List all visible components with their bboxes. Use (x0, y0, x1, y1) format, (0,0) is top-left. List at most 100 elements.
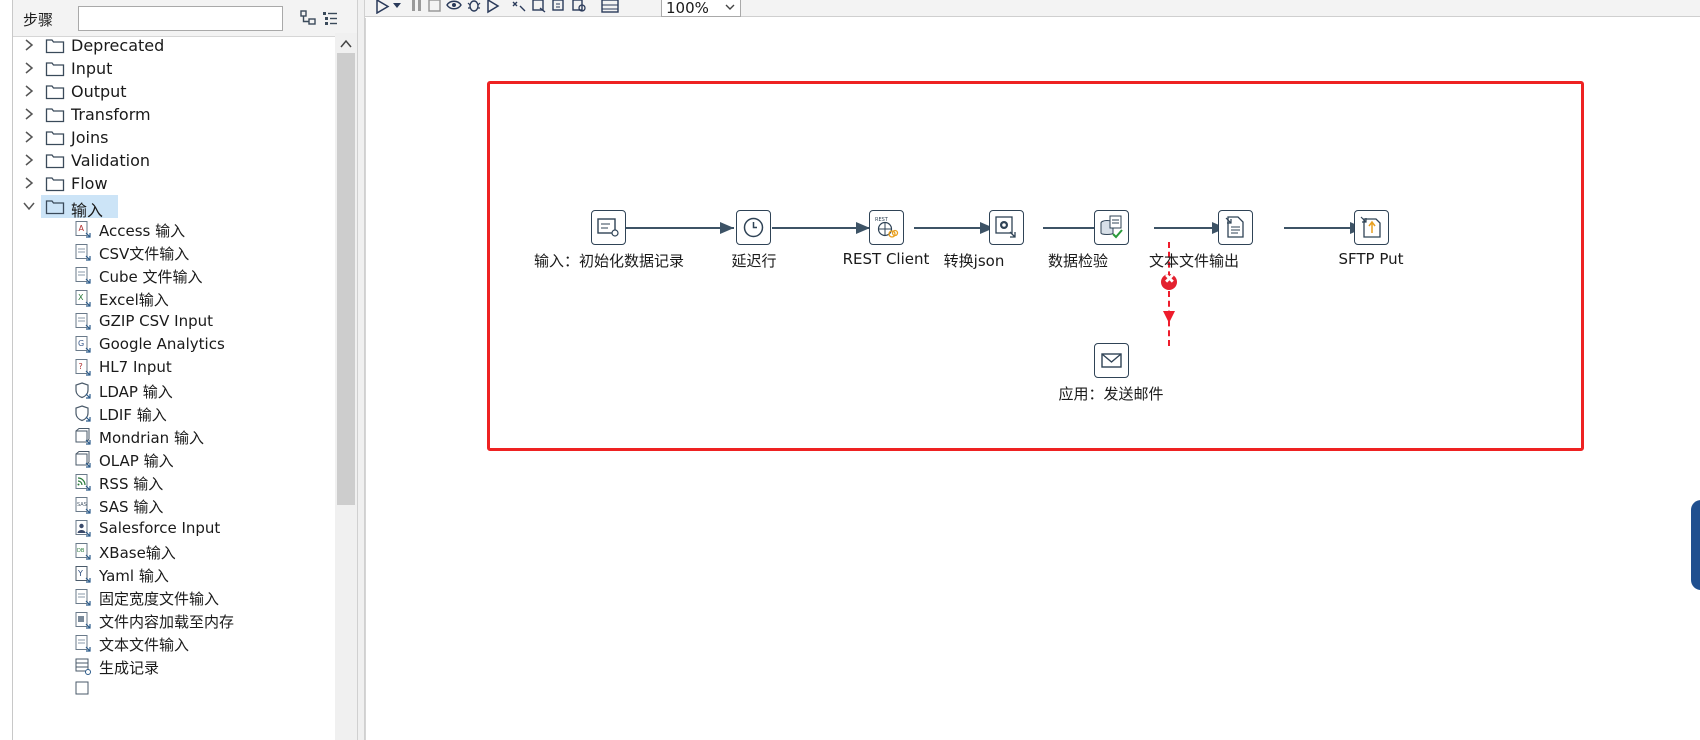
tree-scrollbar[interactable] (335, 33, 357, 740)
zoom-select[interactable]: 100% (661, 0, 741, 17)
node-label: 转换json (943, 252, 1005, 270)
cube-icon (75, 428, 91, 445)
folder-icon (45, 39, 65, 54)
node-send-mail[interactable] (1094, 343, 1129, 378)
tree-folder-input-cn[interactable]: 输入 (13, 194, 335, 220)
step-access-input[interactable]: A Access 输入 (13, 217, 335, 242)
step-mondrian-input[interactable]: Mondrian 输入 (13, 424, 335, 449)
hop-arrow (856, 222, 870, 234)
step-fixed-width-input[interactable]: 固定宽度文件输入 (13, 585, 335, 610)
generate-rows-icon (75, 658, 91, 675)
panel-title: 步骤 (23, 11, 54, 29)
chevron-down-icon[interactable] (392, 0, 402, 14)
debug-bug-icon[interactable] (466, 0, 482, 14)
chevron-down-icon[interactable] (724, 1, 736, 13)
layout-icon[interactable] (601, 0, 619, 14)
step-yaml-input[interactable]: Y Yaml 输入 (13, 562, 335, 587)
step-load-file-content[interactable]: 文件内容加载至内存 (13, 608, 335, 633)
step-text-file-input[interactable]: 文本文件输入 (13, 631, 335, 656)
step-label: HL7 Input (99, 358, 172, 376)
transformation-canvas[interactable]: ✖ 输入：初始化数据记录 延迟行 REST REST Client 转换json… (365, 18, 1700, 740)
step-cube-input[interactable]: Cube 文件输入 (13, 263, 335, 288)
step-label: Mondrian 输入 (99, 429, 204, 447)
svg-text:DB: DB (77, 548, 85, 554)
impact-icon[interactable] (531, 0, 547, 14)
node-rest-client[interactable]: REST (869, 210, 904, 245)
tree-folder-label: Validation (71, 151, 151, 170)
tree-folder-joins[interactable]: Joins (13, 125, 335, 150)
step-google-analytics[interactable]: G Google Analytics (13, 332, 335, 357)
step-excel-input[interactable]: X Excel输入 (13, 286, 335, 311)
chevron-up-icon[interactable] (339, 37, 353, 51)
panel-splitter[interactable] (357, 0, 365, 740)
tree-folder-validation[interactable]: Validation (13, 148, 335, 173)
canvas-toolbar: 100% (365, 0, 1700, 17)
step-csv-input[interactable]: CSV文件输入 (13, 240, 335, 265)
tree-folder-transform[interactable]: Transform (13, 102, 335, 127)
tree-folder-flow[interactable]: Flow (13, 171, 335, 196)
step-salesforce-input[interactable]: Salesforce Input (13, 516, 335, 541)
verify-icon[interactable] (511, 0, 527, 14)
tree-folder-input[interactable]: Input (13, 56, 335, 81)
chevron-down-icon[interactable] (22, 198, 36, 214)
chevron-right-icon[interactable] (22, 60, 36, 76)
step-rss-input[interactable]: RSS 输入 (13, 470, 335, 495)
search-input[interactable] (78, 6, 283, 31)
svg-text:G: G (78, 339, 84, 348)
run-icon[interactable] (375, 0, 391, 14)
step-generate-rows[interactable]: 生成记录 (13, 654, 335, 679)
chevron-right-icon[interactable] (22, 106, 36, 122)
collapse-all-icon[interactable] (321, 9, 339, 27)
chevron-right-icon[interactable] (22, 152, 36, 168)
step-label: Yaml 输入 (99, 567, 169, 585)
chevron-right-icon[interactable] (22, 83, 36, 99)
sql-icon[interactable] (551, 0, 567, 14)
node-delay-row[interactable] (736, 210, 771, 245)
stop-icon[interactable] (427, 0, 443, 14)
excel-icon: X (75, 290, 91, 307)
side-floating-tab[interactable] (1691, 500, 1700, 590)
rest-globe-icon: REST (875, 217, 899, 238)
tree-folder-output[interactable]: Output (13, 79, 335, 104)
svg-text:?: ? (79, 362, 83, 371)
table-input-icon (597, 218, 619, 237)
step-olap-input[interactable]: OLAP 输入 (13, 447, 335, 472)
pause-icon[interactable] (409, 0, 425, 14)
hop-arrow (720, 222, 734, 234)
node-sftp-put[interactable] (1354, 210, 1389, 245)
yaml-icon: Y (75, 566, 91, 583)
explore-db-icon[interactable] (571, 0, 587, 14)
tree-folder-deprecated[interactable]: Deprecated (13, 33, 335, 58)
step-partial-next[interactable] (13, 677, 335, 702)
steps-tree: Deprecated Input Output Transform Joins … (13, 33, 335, 740)
step-xbase-input[interactable]: DB XBase输入 (13, 539, 335, 564)
chevron-right-icon[interactable] (22, 175, 36, 191)
file-icon (75, 681, 89, 695)
step-label: LDIF 输入 (99, 406, 167, 424)
tree-folder-label: Output (71, 82, 127, 101)
expand-all-icon[interactable] (299, 9, 317, 27)
step-label: Salesforce Input (99, 519, 221, 537)
node-json-convert[interactable] (989, 210, 1024, 245)
replay-icon[interactable] (486, 0, 502, 14)
node-text-file-output[interactable] (1218, 210, 1253, 245)
step-gzip-csv-input[interactable]: GZIP CSV Input (13, 309, 335, 334)
step-label: CSV文件输入 (99, 245, 190, 263)
step-ldif-input[interactable]: LDIF 输入 (13, 401, 335, 426)
node-data-validator[interactable] (1094, 210, 1129, 245)
node-table-input[interactable] (591, 210, 626, 245)
salesforce-icon (75, 520, 91, 537)
json-convert-icon (995, 216, 1016, 238)
step-hl7-input[interactable]: ? HL7 Input (13, 355, 335, 380)
step-ldap-input[interactable]: LDAP 输入 (13, 378, 335, 403)
step-label: Google Analytics (99, 335, 225, 353)
scrollbar-thumb[interactable] (337, 53, 355, 505)
folder-icon (45, 131, 65, 146)
rss-icon (75, 474, 91, 491)
folder-icon (45, 62, 65, 77)
chevron-right-icon[interactable] (22, 129, 36, 145)
step-sas-input[interactable]: SAS SAS 输入 (13, 493, 335, 518)
preview-eye-icon[interactable] (446, 0, 462, 14)
chevron-right-icon[interactable] (22, 37, 36, 53)
hop-line[interactable] (626, 227, 734, 229)
